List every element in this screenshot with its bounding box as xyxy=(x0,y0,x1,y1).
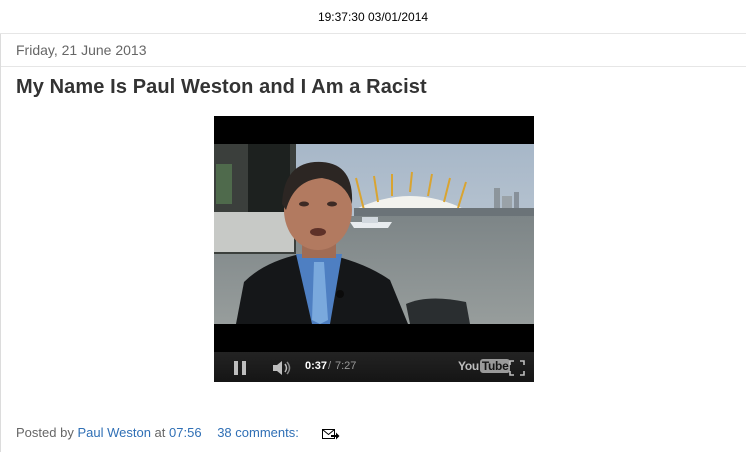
post-time-link[interactable]: 07:56 xyxy=(169,425,202,440)
post-footer: Posted by Paul Weston at 07:56 38 commen… xyxy=(16,425,340,441)
fullscreen-icon[interactable] xyxy=(509,360,525,376)
left-border xyxy=(0,34,1,452)
video-still-image xyxy=(214,144,534,324)
posted-by-label: Posted by xyxy=(16,425,74,440)
time-total: 7:27 xyxy=(335,360,357,372)
video-frame[interactable] xyxy=(214,144,534,324)
time-separator: / xyxy=(328,360,332,372)
pause-icon[interactable] xyxy=(234,361,248,375)
volume-icon[interactable] xyxy=(272,360,294,376)
video-player[interactable]: 0:37 / 7:27 You Tube xyxy=(214,116,534,382)
player-controls: 0:37 / 7:27 You Tube xyxy=(214,352,534,382)
post-date-header: Friday, 21 June 2013 xyxy=(1,34,746,67)
time-current: 0:37 xyxy=(305,360,328,372)
youtube-logo-you: You xyxy=(458,359,479,373)
page-timestamp: 19:37:30 03/01/2014 xyxy=(0,0,746,34)
post-title[interactable]: My Name Is Paul Weston and I Am a Racist xyxy=(16,76,427,99)
at-label: at xyxy=(154,425,166,440)
author-link[interactable]: Paul Weston xyxy=(77,425,150,440)
youtube-logo-tube: Tube xyxy=(479,359,511,373)
youtube-logo[interactable]: You Tube xyxy=(458,359,511,375)
comments-link[interactable]: 38 comments: xyxy=(217,425,299,440)
email-post-icon[interactable] xyxy=(322,427,340,441)
